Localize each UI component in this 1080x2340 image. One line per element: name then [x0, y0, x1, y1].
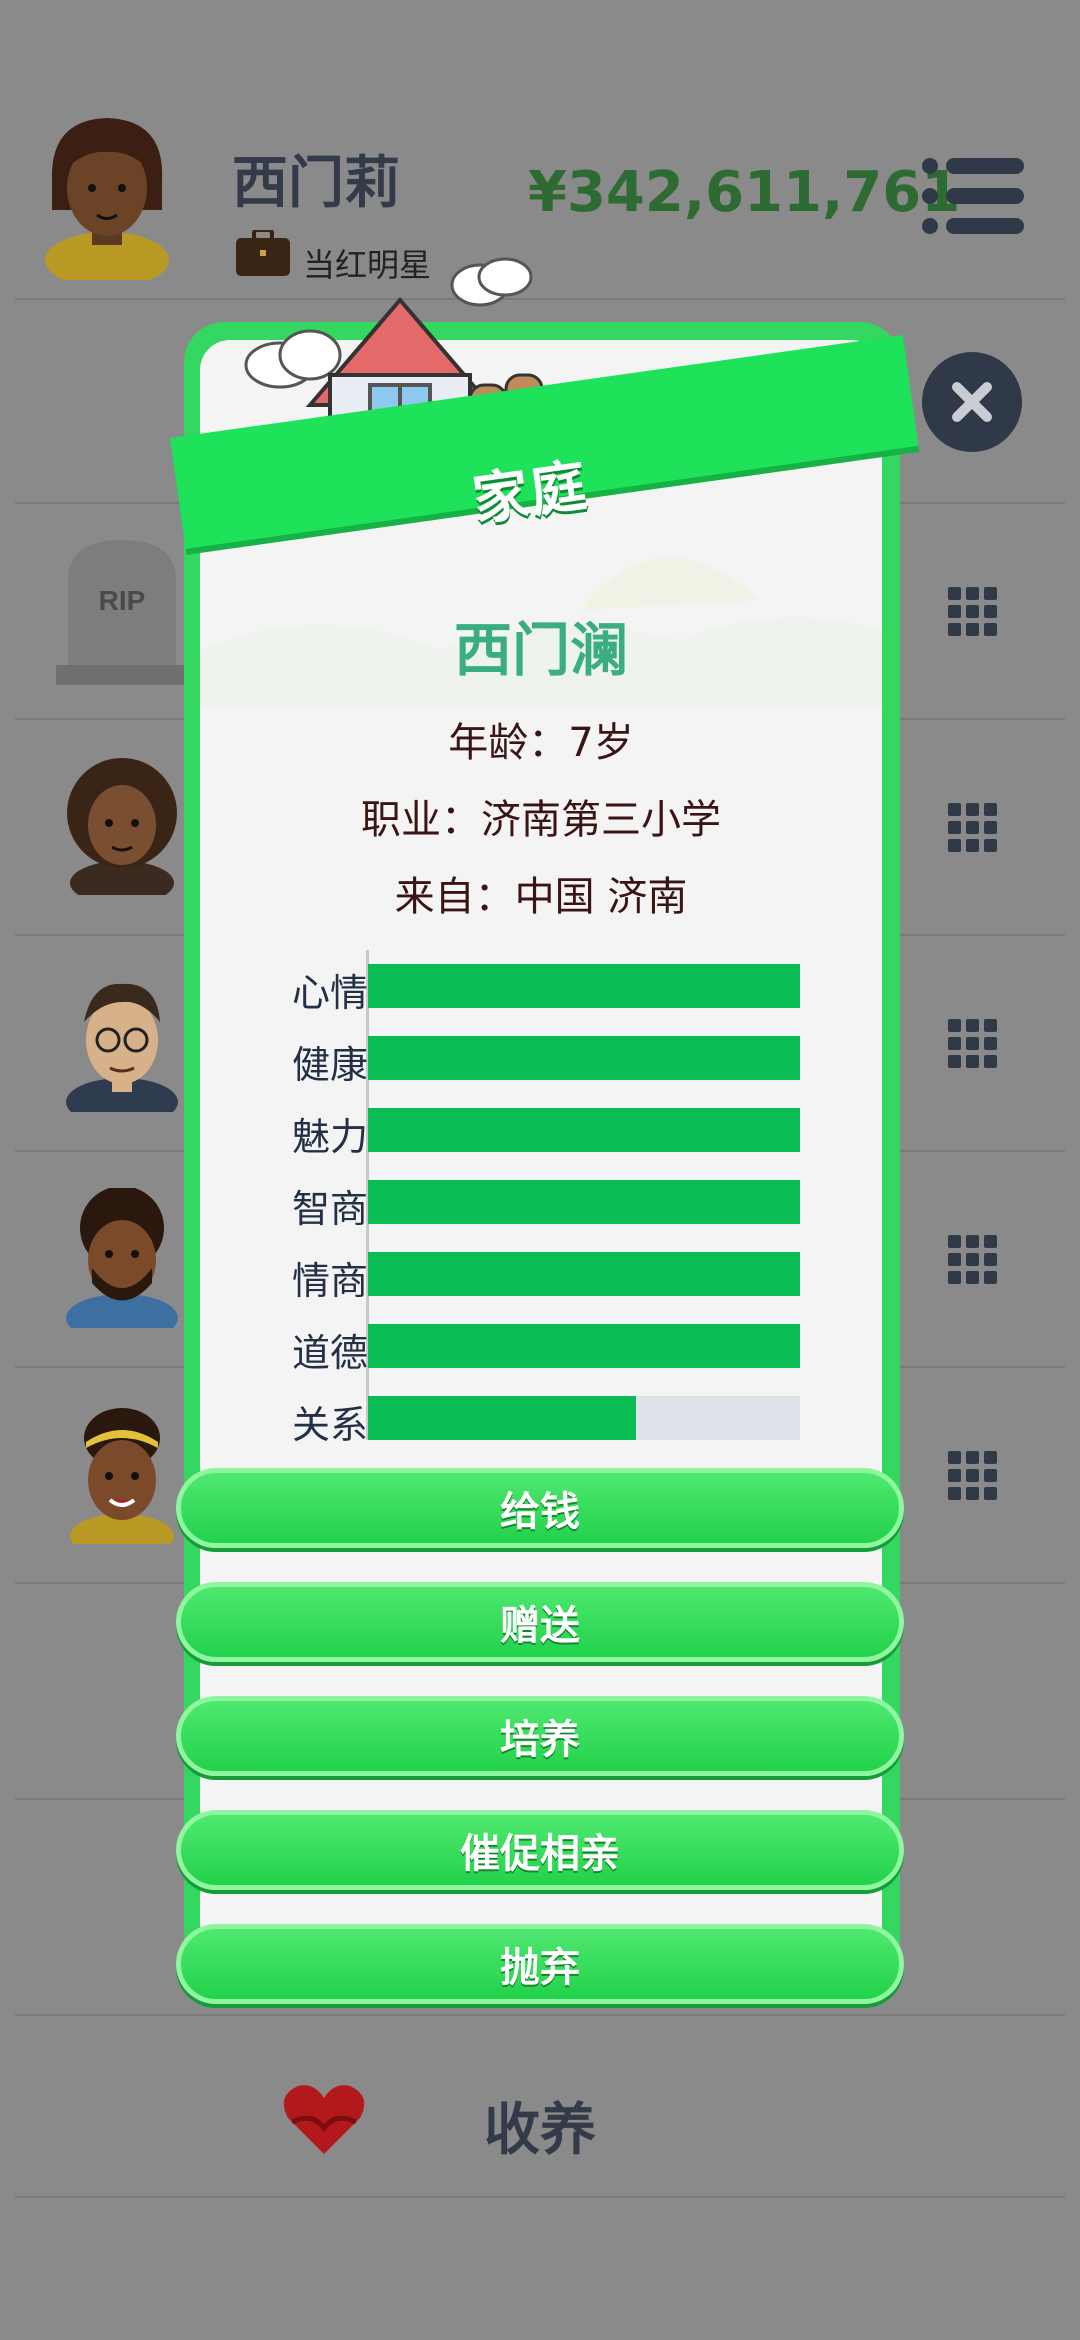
- menu-icon[interactable]: [922, 158, 1024, 234]
- give-money-button[interactable]: 给钱: [176, 1468, 904, 1548]
- avatar[interactable]: [62, 972, 182, 1126]
- close-button[interactable]: [922, 352, 1022, 452]
- stat-label-morality: 道德: [291, 1331, 368, 1375]
- grid-icon[interactable]: [946, 1449, 1000, 1503]
- adopt-button[interactable]: 收养: [484, 2085, 596, 2166]
- player-name: 西门莉: [232, 151, 400, 216]
- heart-hands-icon[interactable]: [282, 2082, 366, 2156]
- stat-label-health: 健康: [291, 1043, 368, 1087]
- cultivate-button[interactable]: 培养: [176, 1696, 904, 1776]
- stat-bar-health: [368, 1036, 800, 1080]
- divider: [15, 2196, 1065, 2198]
- stat-bar-iq: [368, 1180, 800, 1224]
- tombstone-icon[interactable]: RIP: [56, 540, 188, 685]
- money-balance: ¥342,611,761: [528, 160, 961, 225]
- child-occupation: 职业：济南第三小学: [361, 797, 721, 843]
- stat-fill: [368, 1108, 800, 1152]
- avatar[interactable]: [62, 755, 182, 905]
- stat-bar-eq: [368, 1252, 800, 1296]
- divider: [15, 2014, 1065, 2016]
- stat-fill: [368, 1180, 800, 1224]
- svg-text:RIP: RIP: [99, 585, 146, 616]
- stat-bar-charm: [368, 1108, 800, 1152]
- child-name: 西门澜: [453, 616, 628, 684]
- stat-label-charm: 魅力: [291, 1115, 368, 1159]
- stat-fill: [368, 1252, 800, 1296]
- stat-label-iq: 智商: [291, 1187, 368, 1231]
- grid-icon[interactable]: [946, 801, 1000, 855]
- stat-fill: [368, 964, 800, 1008]
- stat-bar-mood: [368, 964, 800, 1008]
- grid-icon[interactable]: [946, 1233, 1000, 1287]
- stat-label-relationship: 关系: [291, 1403, 368, 1447]
- avatar[interactable]: [62, 1186, 182, 1342]
- stat-fill: [368, 1324, 800, 1368]
- stat-fill: [368, 1396, 636, 1440]
- stat-bar-relationship: [368, 1396, 800, 1440]
- stat-fill: [368, 1036, 800, 1080]
- stat-label-mood: 心情: [291, 971, 368, 1015]
- avatar[interactable]: [62, 1404, 182, 1558]
- grid-icon[interactable]: [946, 1017, 1000, 1071]
- urge-dating-button[interactable]: 催促相亲: [176, 1810, 904, 1890]
- stat-label-eq: 情商: [291, 1259, 368, 1303]
- abandon-button[interactable]: 抛弃: [176, 1924, 904, 2004]
- close-icon: [952, 382, 992, 422]
- dialog-title: 家庭: [468, 453, 593, 534]
- stat-bar-morality: [368, 1324, 800, 1368]
- child-origin: 来自：中国 济南: [394, 874, 688, 920]
- gift-button[interactable]: 赠送: [176, 1582, 904, 1662]
- child-age: 年龄：7岁: [448, 720, 634, 766]
- player-avatar[interactable]: [40, 110, 175, 288]
- grid-icon[interactable]: [946, 585, 1000, 639]
